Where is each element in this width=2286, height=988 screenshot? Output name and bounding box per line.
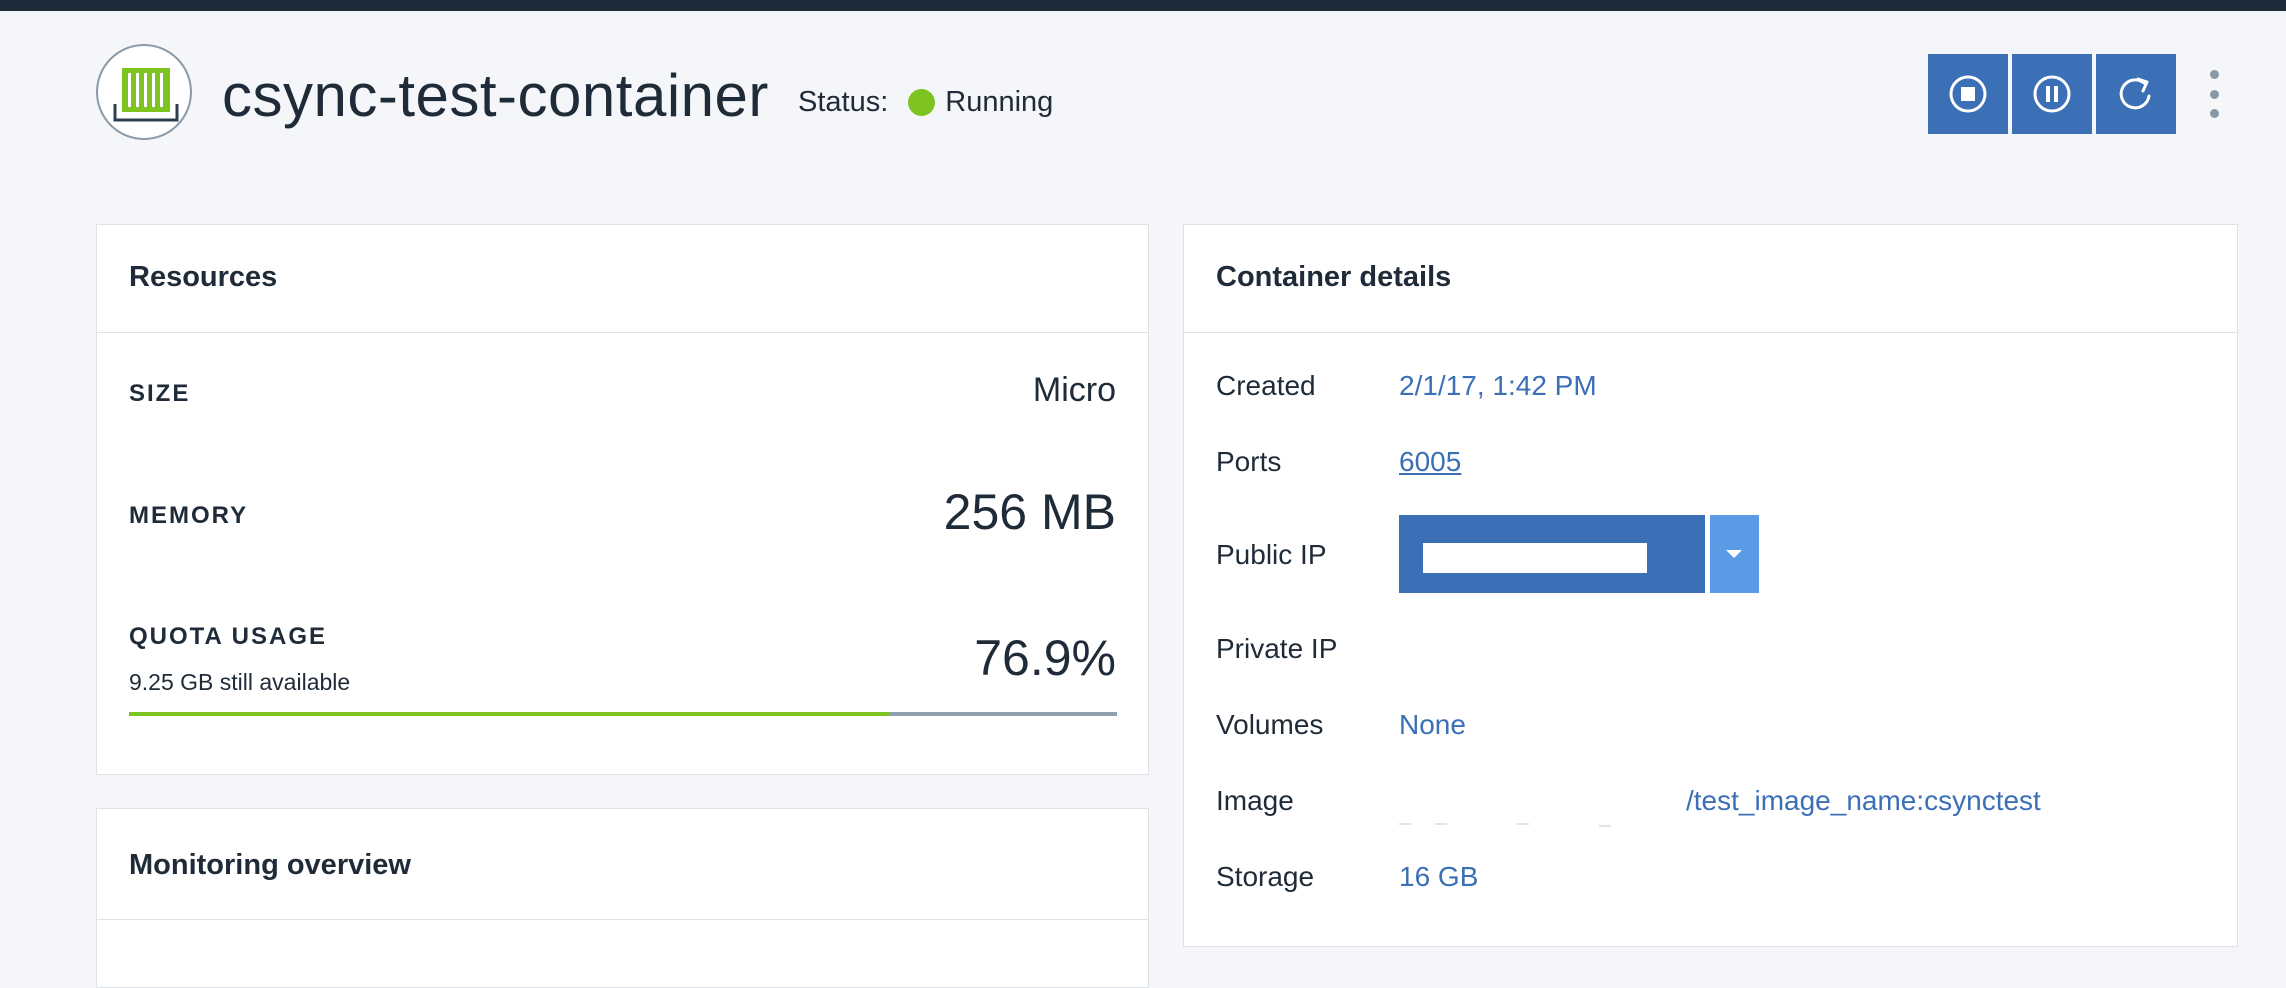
vertical-ellipsis-icon[interactable] bbox=[2200, 66, 2230, 122]
image-value[interactable]: /test_image_name:csynctest bbox=[1686, 785, 2041, 817]
memory-label: MEMORY bbox=[129, 502, 249, 529]
restart-button[interactable] bbox=[2096, 54, 2176, 134]
public-ip-dropdown[interactable] bbox=[1399, 515, 1759, 593]
container-icon bbox=[96, 44, 192, 140]
status-label: Status: bbox=[798, 85, 889, 118]
image-label: Image bbox=[1216, 785, 1294, 816]
created-value: 2/1/17, 1:42 PM bbox=[1399, 370, 1597, 401]
stop-icon bbox=[1949, 75, 1987, 113]
quota-usage-value: 76.9% bbox=[974, 630, 1116, 686]
chevron-down-icon bbox=[1726, 550, 1743, 558]
size-value: Micro bbox=[1032, 371, 1116, 409]
public-ip-value-redacted bbox=[1423, 543, 1647, 573]
restart-icon bbox=[2119, 77, 2151, 110]
created-label: Created bbox=[1216, 370, 1316, 401]
container-details-card: Container details Created 2/1/17, 1:42 P… bbox=[1183, 224, 2238, 947]
top-bar bbox=[0, 0, 2286, 11]
monitoring-title: Monitoring overview bbox=[129, 849, 411, 881]
status-indicator-icon bbox=[908, 88, 936, 116]
resources-card-header: Resources bbox=[97, 225, 1148, 333]
resources-title: Resources bbox=[129, 261, 278, 293]
public-ip-label: Public IP bbox=[1216, 539, 1327, 570]
quota-progress-bar bbox=[129, 712, 1117, 716]
storage-label: Storage bbox=[1216, 861, 1315, 892]
status: Status: Running bbox=[798, 82, 1053, 122]
quota-available-text: 9.25 GB still available bbox=[129, 669, 351, 695]
image-registry-redacted bbox=[1399, 813, 1681, 827]
pause-button[interactable] bbox=[2012, 54, 2092, 134]
ports-link[interactable]: 6005 bbox=[1399, 446, 1461, 478]
volumes-label: Volumes bbox=[1216, 709, 1324, 740]
storage-value: 16 GB bbox=[1399, 861, 1479, 892]
quota-progress-fill bbox=[129, 712, 889, 716]
memory-value: 256 MB bbox=[943, 484, 1116, 540]
container-details-header: Container details bbox=[1184, 225, 2237, 333]
page-title: csync-test-container bbox=[222, 62, 769, 129]
public-ip-dropdown-button[interactable] bbox=[1709, 515, 1759, 593]
status-value: Running bbox=[945, 85, 1054, 118]
volumes-value: None bbox=[1399, 709, 1466, 740]
container-details-title: Container details bbox=[1216, 261, 1452, 293]
size-label: SIZE bbox=[129, 380, 191, 407]
pause-icon bbox=[2033, 75, 2071, 113]
public-ip-select[interactable] bbox=[1399, 515, 1705, 593]
private-ip-label: Private IP bbox=[1216, 633, 1338, 664]
ports-label: Ports bbox=[1216, 446, 1282, 477]
monitoring-card-header: Monitoring overview bbox=[97, 809, 1148, 920]
monitoring-card: Monitoring overview bbox=[96, 808, 1149, 988]
stop-button[interactable] bbox=[1928, 54, 2008, 134]
resources-card: Resources SIZE Micro MEMORY 256 MB QUOTA… bbox=[96, 224, 1149, 775]
quota-usage-label: QUOTA USAGE bbox=[129, 623, 328, 650]
